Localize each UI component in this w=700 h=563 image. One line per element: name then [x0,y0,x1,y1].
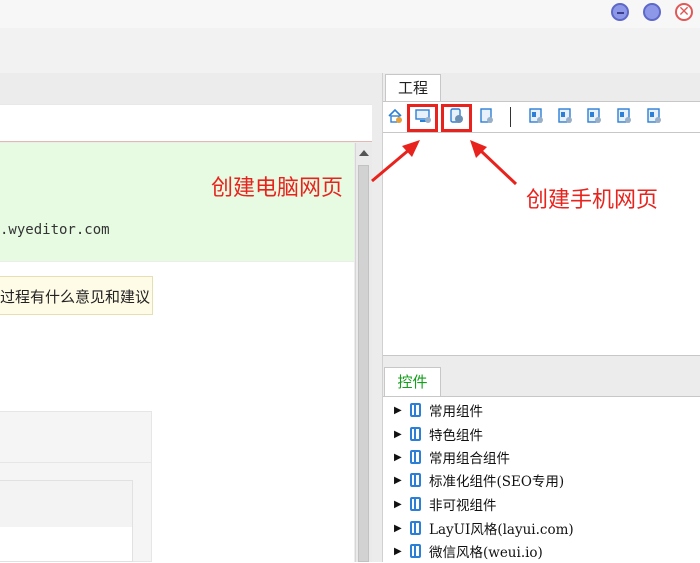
welcome-panel [0,143,354,261]
project-tree[interactable] [383,133,700,356]
feedback-note: 过程有什么意见和建议 [0,276,153,315]
close-button[interactable]: ✕ [675,3,693,21]
control-group-label: LayUI风格(layui.com) [429,522,574,538]
book-icon [410,427,421,441]
expand-arrow-icon[interactable]: ▶ [394,452,404,463]
control-group-item[interactable]: ▶ 常用组合组件 [394,447,510,469]
create-mobile-page-annotation: 创建手机网页 [526,188,659,213]
expand-arrow-icon[interactable]: ▶ [394,475,404,486]
home-icon[interactable] [387,108,403,124]
book-icon [410,521,421,535]
control-group-label: 微信风格(weui.io) [429,545,543,561]
maximize-button[interactable] [643,3,661,21]
control-group-label: 常用组件 [429,404,483,420]
close-icon: ✕ [678,4,690,20]
control-group-item[interactable]: ▶ 特色组件 [394,424,483,446]
scroll-up-arrow-icon[interactable] [356,145,371,161]
tab-project[interactable]: 工程 [385,74,441,102]
window-title-bar: ✕ [0,0,700,28]
book-icon [410,473,421,487]
expand-arrow-icon[interactable]: ▶ [394,499,404,510]
content-card-divider [0,462,152,463]
feedback-note-text: 过程有什么意见和建议 [0,288,151,306]
control-group-item[interactable]: ▶ 非可视组件 [394,494,497,516]
scrollbar-thumb[interactable] [358,165,369,562]
page-e-icon[interactable] [646,108,662,124]
page-a-icon[interactable] [528,108,544,124]
page-b-icon[interactable] [557,108,573,124]
expand-arrow-icon[interactable]: ▶ [394,523,404,534]
book-icon [410,403,421,417]
book-icon [410,450,421,464]
minimize-button[interactable] [611,3,629,21]
expand-arrow-icon[interactable]: ▶ [394,405,404,416]
control-group-item[interactable]: ▶ 标准化组件(SEO专用) [394,470,564,492]
pc-page-highlight [407,104,438,132]
control-group-label: 标准化组件(SEO专用) [429,474,565,490]
tab-controls[interactable]: 控件 [384,367,441,397]
expand-arrow-icon[interactable]: ▶ [394,546,404,557]
page-d-icon[interactable] [616,108,632,124]
page-icon[interactable] [478,108,494,124]
book-icon [410,544,421,558]
editor-header-strip [0,104,372,142]
toolbar-separator [510,107,511,127]
control-group-item[interactable]: ▶ 常用组件 [394,400,483,422]
mobile-page-highlight [441,104,472,132]
book-icon [410,497,421,511]
control-group-item[interactable]: ▶ 微信风格(weui.io) [394,541,543,563]
control-group-label: 特色组件 [429,428,483,444]
control-group-label: 常用组合组件 [429,451,510,467]
website-url-text[interactable]: .wyeditor.com [0,222,110,238]
main-toolbar [0,28,700,73]
control-group-item[interactable]: ▶ LayUI风格(layui.com) [394,518,574,540]
page-c-icon[interactable] [586,108,602,124]
content-card-band [0,481,132,527]
control-group-label: 非可视组件 [429,498,497,514]
create-pc-page-annotation: 创建电脑网页 [211,176,344,201]
expand-arrow-icon[interactable]: ▶ [394,429,404,440]
